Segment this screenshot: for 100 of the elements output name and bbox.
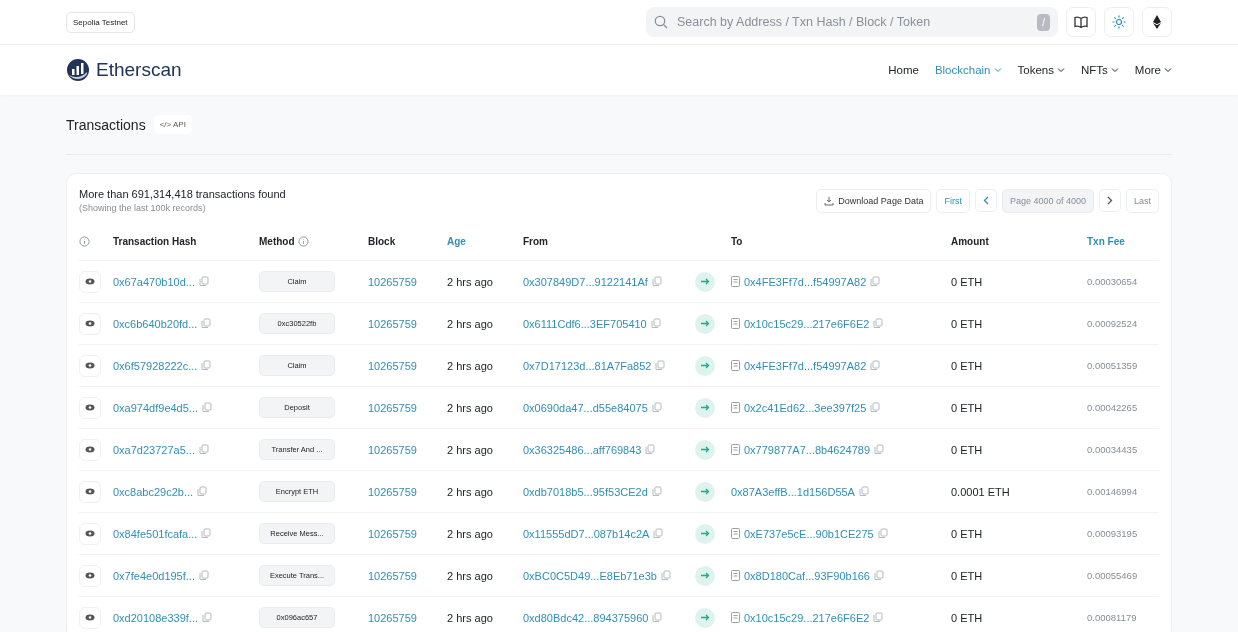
- copy-icon[interactable]: [653, 528, 664, 539]
- from-address-link[interactable]: 0x36325486...aff769843: [523, 443, 642, 456]
- nav-link[interactable]: More: [1134, 64, 1172, 76]
- eye-icon[interactable]: [79, 312, 101, 335]
- eye-icon[interactable]: [79, 564, 101, 587]
- copy-icon[interactable]: [874, 444, 884, 455]
- from-address-link[interactable]: 0x0690da47...d55e84075: [523, 401, 648, 414]
- previous-page-button[interactable]: [974, 189, 997, 212]
- block-link[interactable]: 10265759: [368, 359, 417, 372]
- info-icon: [297, 236, 309, 247]
- transaction-hash-link[interactable]: 0x67a470b10d...: [113, 275, 195, 288]
- caret-icon: [1056, 67, 1065, 73]
- copy-icon[interactable]: [858, 486, 869, 497]
- from-address-link[interactable]: 0x7D17123d...81A7Fa852: [523, 359, 652, 372]
- transaction-hash-link[interactable]: 0x6f57928222c...: [113, 359, 198, 372]
- eye-icon[interactable]: [79, 606, 101, 629]
- first-page-button[interactable]: First: [936, 188, 970, 213]
- copy-icon[interactable]: [870, 402, 881, 413]
- api-button[interactable]: </> API: [153, 115, 192, 134]
- transaction-hash-link[interactable]: 0xa7d23727a5...: [113, 443, 195, 456]
- caret-icon: [1110, 67, 1119, 73]
- copy-icon[interactable]: [652, 612, 663, 623]
- copy-icon[interactable]: [201, 360, 212, 371]
- txn-fee-text: 0.00081179: [1087, 612, 1137, 623]
- download-button[interactable]: Download Page Data: [816, 188, 932, 213]
- network-badge: Sepolia Testnet: [66, 11, 135, 33]
- copy-icon[interactable]: [197, 486, 208, 497]
- nav-link[interactable]: Home: [888, 64, 919, 76]
- copy-icon[interactable]: [198, 444, 209, 455]
- copy-icon[interactable]: [870, 276, 881, 287]
- eye-icon[interactable]: [79, 522, 101, 545]
- from-address-link[interactable]: 0xd80Bdc42...894375960: [523, 611, 649, 624]
- copy-icon[interactable]: [651, 402, 662, 413]
- nav-link[interactable]: NFTs: [1080, 64, 1119, 76]
- ethereum-icon[interactable]: [1142, 7, 1172, 37]
- eye-icon[interactable]: [79, 354, 101, 377]
- eye-icon[interactable]: [79, 480, 101, 503]
- copy-icon[interactable]: [660, 570, 671, 581]
- transaction-hash-link[interactable]: 0xc6b640b20fd...: [113, 317, 198, 330]
- txn-fee-text: 0.00055469: [1087, 570, 1138, 581]
- to-address-link[interactable]: 0x4FE3Ff7d...f54997A82: [744, 359, 867, 372]
- next-page-button[interactable]: [1099, 189, 1121, 212]
- copy-icon[interactable]: [874, 570, 884, 581]
- contract-icon: [731, 318, 740, 329]
- to-address-link[interactable]: 0x10c15c29...217e6F6E2: [744, 611, 870, 624]
- search-input[interactable]: Search by Address / Txn Hash / Block / Token: [675, 14, 1031, 30]
- copy-icon[interactable]: [870, 360, 881, 371]
- to-address-link[interactable]: 0x10c15c29...217e6F6E2: [744, 317, 870, 330]
- to-address-link[interactable]: 0x779877A7...8b4624789: [744, 443, 870, 456]
- block-link[interactable]: 10265759: [368, 485, 417, 498]
- eye-icon[interactable]: [79, 270, 101, 293]
- to-address-link[interactable]: 0x87A3effB...1d156D55A: [731, 485, 855, 498]
- from-address-link[interactable]: 0x11555dD7...087b14c2A: [523, 527, 650, 540]
- copy-icon[interactable]: [202, 612, 213, 623]
- block-link[interactable]: 10265759: [368, 401, 417, 414]
- block-link[interactable]: 10265759: [368, 317, 417, 330]
- age-text: 2 hrs ago: [447, 569, 493, 582]
- copy-icon[interactable]: [201, 528, 212, 539]
- copy-icon[interactable]: [645, 444, 656, 455]
- from-address-link[interactable]: 0xdb7018b5...95f53CE2d: [523, 485, 648, 498]
- copy-icon[interactable]: [651, 276, 662, 287]
- page-indicator[interactable]: Page 4000 of 4000: [1001, 188, 1094, 213]
- transaction-hash-link[interactable]: 0x7fe4e0d195f...: [113, 569, 195, 582]
- block-link[interactable]: 10265759: [368, 275, 417, 288]
- nav-link[interactable]: Blockchain: [934, 64, 1002, 76]
- copy-icon[interactable]: [651, 486, 662, 497]
- from-address-link[interactable]: 0x307849D7...9122141Af: [523, 275, 648, 288]
- to-address-link[interactable]: 0x8D180Caf...93F90b166: [744, 569, 870, 582]
- chevron-right-icon: [1107, 196, 1113, 205]
- copy-icon[interactable]: [650, 318, 661, 329]
- transaction-hash-link[interactable]: 0xc8abc29c2b...: [113, 485, 194, 498]
- caret-icon: [1164, 67, 1172, 73]
- amount-text: 0 ETH: [951, 317, 983, 330]
- from-address-link[interactable]: 0xBC0C5D49...E8Eb71e3b: [523, 569, 657, 582]
- copy-icon[interactable]: [201, 318, 212, 329]
- sun-icon[interactable]: [1104, 7, 1134, 37]
- nav-link[interactable]: Tokens: [1017, 64, 1065, 76]
- book-icon[interactable]: [1066, 7, 1096, 37]
- copy-icon[interactable]: [202, 402, 213, 413]
- last-page-button[interactable]: Last: [1126, 188, 1159, 213]
- to-address-link[interactable]: 0x2c41Ed62...3ee397f25: [744, 401, 867, 414]
- copy-icon[interactable]: [877, 528, 888, 539]
- to-address-link[interactable]: 0x4FE3Ff7d...f54997A82: [744, 275, 867, 288]
- block-link[interactable]: 10265759: [368, 611, 417, 624]
- transaction-hash-link[interactable]: 0xd20108e339f...: [113, 611, 199, 624]
- block-link[interactable]: 10265759: [368, 527, 417, 540]
- transaction-hash-link[interactable]: 0xa974df9e4d5...: [113, 401, 199, 414]
- to-address-link[interactable]: 0xE737e5cE...90b1CE275: [744, 527, 874, 540]
- txn-fee-text: 0.00034435: [1087, 444, 1138, 455]
- block-link[interactable]: 10265759: [368, 443, 417, 456]
- block-link[interactable]: 10265759: [368, 569, 417, 582]
- copy-icon[interactable]: [198, 276, 209, 287]
- copy-icon[interactable]: [873, 318, 884, 329]
- copy-icon[interactable]: [873, 612, 884, 623]
- transaction-hash-link[interactable]: 0x84fe501fcafa...: [113, 527, 198, 540]
- copy-icon[interactable]: [655, 360, 666, 371]
- from-address-link[interactable]: 0x6111Cdf6...3EF705410: [523, 317, 647, 330]
- eye-icon[interactable]: [79, 438, 101, 461]
- eye-icon[interactable]: [79, 396, 101, 419]
- copy-icon[interactable]: [198, 570, 209, 581]
